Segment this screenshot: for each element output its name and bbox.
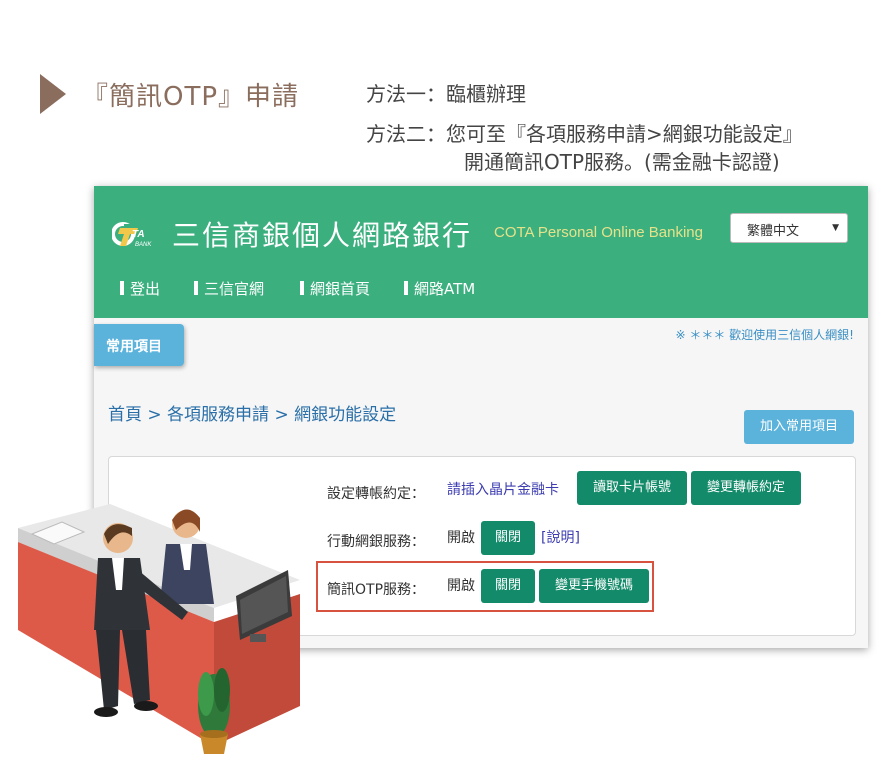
language-select[interactable]: 繁體中文 ▼ — [730, 213, 848, 243]
language-value: 繁體中文 — [747, 224, 800, 239]
method-two: 方法二：您可至『各項服務申請>網銀功能設定』 — [366, 122, 803, 146]
main-nav: 登出 三信官網 網銀首頁 網路ATM — [94, 278, 868, 302]
nav-bar-icon — [120, 281, 124, 295]
breadcrumb[interactable]: 首頁 > 各項服務申請 > 網銀功能設定 — [108, 400, 396, 425]
add-favorite-button[interactable]: 加入常用項目 — [744, 410, 854, 444]
cota-logo-icon: TA BANK — [112, 222, 152, 248]
nav-bar-icon — [300, 281, 304, 295]
read-card-button[interactable]: 讀取卡片帳號 — [577, 471, 687, 505]
nav-logout[interactable]: 登出 — [120, 278, 160, 299]
nav-bank-home[interactable]: 網銀首頁 — [300, 278, 370, 299]
nav-online-atm[interactable]: 網路ATM — [404, 278, 475, 299]
nav-bar-icon — [194, 281, 198, 295]
method-two-detail: 開通簡訊OTP服務。(需金融卡認證) — [464, 150, 780, 174]
bank-name: 三信商銀個人網路銀行 — [172, 219, 473, 252]
favorites-tab[interactable]: 常用項目 — [94, 324, 184, 366]
welcome-message: ※ ＊＊＊ 歡迎使用三信個人網銀! — [675, 328, 855, 342]
chevron-down-icon: ▼ — [832, 223, 839, 233]
nav-bar-icon — [404, 281, 408, 295]
svg-text:BANK: BANK — [135, 242, 152, 248]
nav-official-site[interactable]: 三信官網 — [194, 278, 264, 299]
method-one: 方法一：臨櫃辦理 — [366, 82, 526, 106]
svg-text:TA: TA — [132, 229, 145, 240]
card-prompt: 請插入晶片金融卡 — [447, 482, 559, 498]
transfer-label: 設定轉帳約定： — [327, 486, 425, 502]
otp-highlight-box — [316, 561, 654, 612]
mobile-close-button[interactable]: 關閉 — [481, 521, 535, 555]
mobile-status: 開啟 — [447, 530, 475, 546]
title-arrow-icon — [40, 74, 66, 114]
bank-counter-illustration — [18, 504, 300, 754]
mobile-banking-label: 行動網銀服務： — [327, 534, 425, 550]
change-transfer-button[interactable]: 變更轉帳約定 — [691, 471, 801, 505]
bank-name-en: COTA Personal Online Banking — [494, 224, 703, 241]
page-title: 『簡訊OTP』申請 — [82, 82, 300, 112]
mobile-info-link[interactable]: [說明] — [541, 527, 580, 547]
bank-header: TA BANK 三信商銀個人網路銀行 COTA Personal Online … — [94, 186, 868, 318]
